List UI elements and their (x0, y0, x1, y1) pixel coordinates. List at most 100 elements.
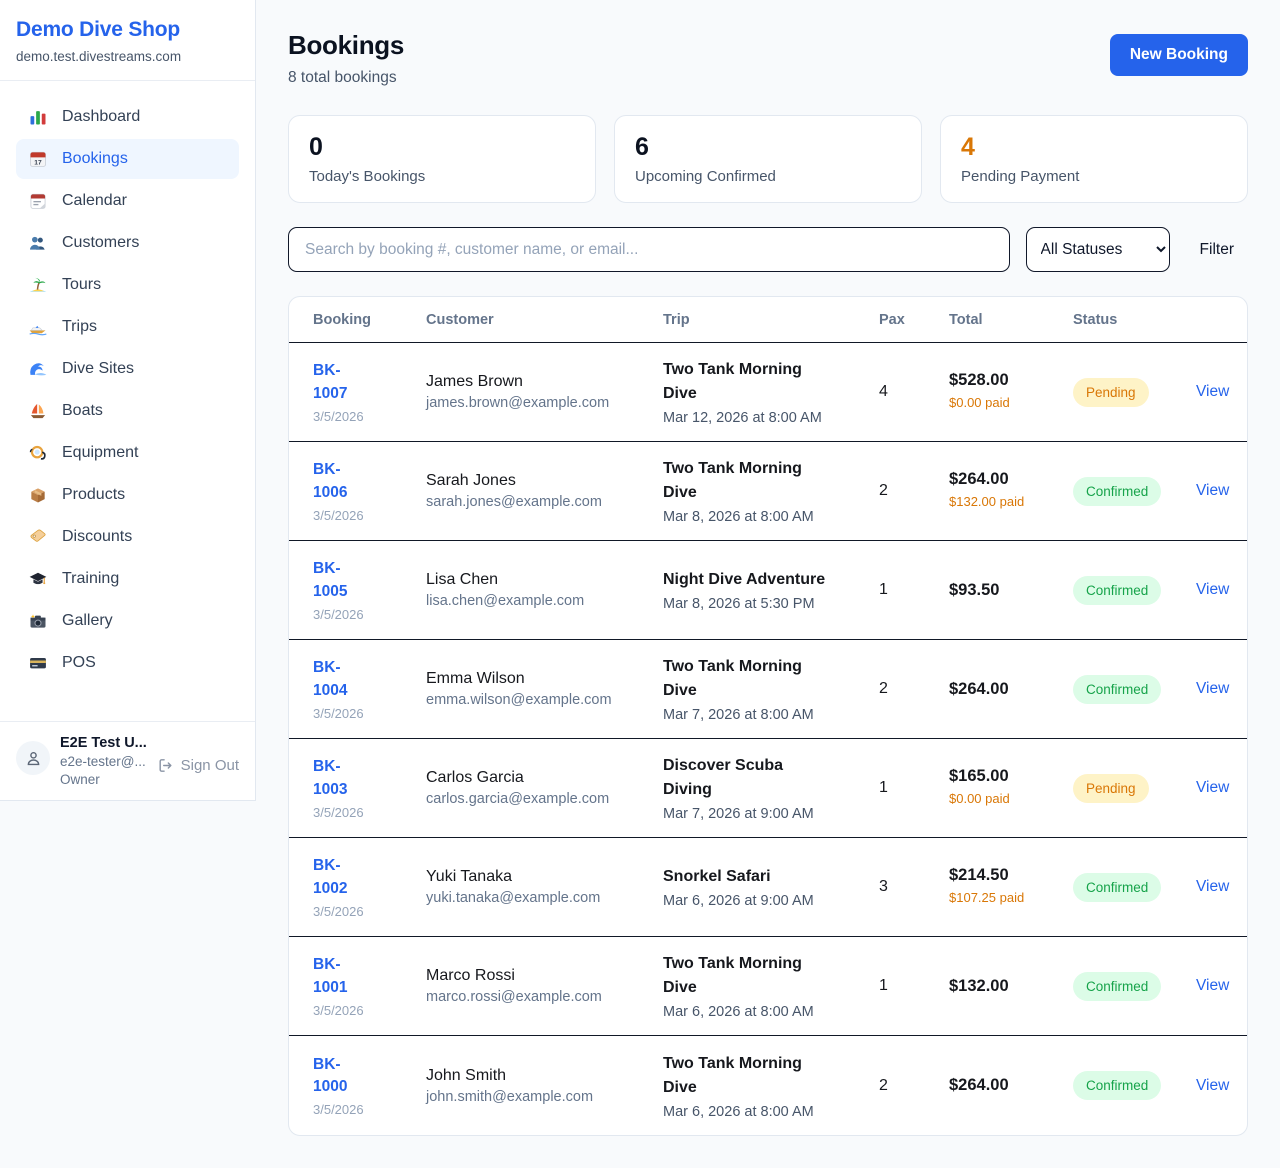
page-title-block: Bookings 8 total bookings (288, 30, 404, 87)
customer-name: Carlos Garcia (426, 769, 663, 787)
booking-id-link[interactable]: BK-1005 (313, 558, 371, 603)
new-booking-button[interactable]: New Booking (1110, 34, 1248, 76)
status-select[interactable]: All Statuses (1026, 227, 1170, 272)
booking-id-link[interactable]: BK-1001 (313, 954, 371, 999)
customer-cell: Carlos Garcia carlos.garcia@example.com (426, 769, 663, 807)
trip-name: Two Tank Morning Dive (663, 952, 835, 1000)
total-amount: $165.00 (949, 767, 1073, 786)
booking-id-link[interactable]: BK-1000 (313, 1054, 371, 1099)
status-badge: Confirmed (1073, 675, 1161, 704)
sailboat-icon (28, 401, 48, 421)
status-badge: Confirmed (1073, 1071, 1161, 1100)
page-title: Bookings (288, 30, 404, 61)
sidebar-item-equipment[interactable]: Equipment (16, 433, 239, 473)
graduation-cap-icon (28, 569, 48, 589)
table-row: BK-1003 3/5/2026 Carlos Garcia carlos.ga… (289, 739, 1247, 838)
sidebar-item-dashboard[interactable]: Dashboard (16, 97, 239, 137)
package-icon (28, 485, 48, 505)
stat-card-pending-payment: 4 Pending Payment (940, 115, 1248, 203)
table-body: BK-1007 3/5/2026 James Brown james.brown… (289, 343, 1247, 1135)
sidebar-item-label: Dive Sites (62, 360, 134, 378)
total-amount: $264.00 (949, 1076, 1073, 1095)
view-link[interactable]: View (1196, 1077, 1229, 1095)
booking-id-link[interactable]: BK-1002 (313, 855, 371, 900)
total-amount: $93.50 (949, 581, 1073, 600)
status-badge: Confirmed (1073, 477, 1161, 506)
trip-name: Two Tank Morning Dive (663, 358, 835, 406)
sidebar-item-boats[interactable]: Boats (16, 391, 239, 431)
customer-cell: John Smith john.smith@example.com (426, 1067, 663, 1105)
booking-date: 3/5/2026 (313, 409, 426, 424)
view-link[interactable]: View (1196, 581, 1229, 599)
view-link[interactable]: View (1196, 878, 1229, 896)
sidebar-item-bookings[interactable]: Bookings (16, 139, 239, 179)
trip-datetime: Mar 8, 2026 at 5:30 PM (663, 596, 879, 612)
filter-row: All Statuses Filter (288, 227, 1248, 272)
booking-id-link[interactable]: BK-1003 (313, 756, 371, 801)
sidebar-item-discounts[interactable]: Discounts (16, 517, 239, 557)
pax-cell: 3 (879, 878, 949, 896)
status-cell: Confirmed (1073, 873, 1196, 902)
column-header-status: Status (1073, 312, 1196, 328)
view-link[interactable]: View (1196, 482, 1229, 500)
sidebar-item-label: Tours (62, 276, 101, 294)
booking-cell: BK-1004 3/5/2026 (313, 657, 426, 721)
customer-email: james.brown@example.com (426, 395, 663, 411)
diving-mask-icon (28, 443, 48, 463)
customer-email: yuki.tanaka@example.com (426, 890, 663, 906)
bookings-table: Booking Customer Trip Pax Total Status B… (288, 296, 1248, 1136)
column-header-total: Total (949, 312, 1073, 328)
booking-date: 3/5/2026 (313, 805, 426, 820)
booking-id-link[interactable]: BK-1006 (313, 459, 371, 504)
sidebar-item-calendar[interactable]: Calendar (16, 181, 239, 221)
sidebar-item-label: Trips (62, 318, 97, 336)
total-cell: $165.00 $0.00 paid (949, 767, 1073, 808)
paid-amount: $107.25 paid (949, 889, 1031, 907)
page-header: Bookings 8 total bookings New Booking (288, 30, 1248, 87)
sidebar: Demo Dive Shop demo.test.divestreams.com… (0, 0, 256, 801)
stat-card-upcoming-confirmed: 6 Upcoming Confirmed (614, 115, 922, 203)
sidebar-item-trips[interactable]: Trips (16, 307, 239, 347)
sidebar-item-label: POS (62, 654, 96, 672)
sidebar-item-label: Dashboard (62, 108, 140, 126)
sidebar-item-products[interactable]: Products (16, 475, 239, 515)
trip-name: Two Tank Morning Dive (663, 1052, 835, 1100)
search-input[interactable] (288, 227, 1010, 272)
status-badge: Confirmed (1073, 576, 1161, 605)
status-cell: Confirmed (1073, 576, 1196, 605)
sidebar-item-label: Discounts (62, 528, 132, 546)
trip-cell: Two Tank Morning Dive Mar 12, 2026 at 8:… (663, 358, 879, 426)
sidebar-item-dive-sites[interactable]: Dive Sites (16, 349, 239, 389)
sidebar-item-gallery[interactable]: Gallery (16, 601, 239, 641)
trip-name: Discover Scuba Diving (663, 754, 835, 802)
speedboat-icon (28, 317, 48, 337)
paid-amount: $132.00 paid (949, 493, 1031, 511)
booking-id-link[interactable]: BK-1004 (313, 657, 371, 702)
booking-date: 3/5/2026 (313, 607, 426, 622)
status-badge: Confirmed (1073, 873, 1161, 902)
sidebar-item-tours[interactable]: Tours (16, 265, 239, 305)
status-cell: Confirmed (1073, 675, 1196, 704)
total-cell: $528.00 $0.00 paid (949, 371, 1073, 412)
sidebar-item-label: Training (62, 570, 119, 588)
view-link[interactable]: View (1196, 977, 1229, 995)
view-link[interactable]: View (1196, 383, 1229, 401)
island-icon (28, 275, 48, 295)
view-link[interactable]: View (1196, 779, 1229, 797)
filter-button[interactable]: Filter (1186, 241, 1248, 259)
trip-cell: Two Tank Morning Dive Mar 8, 2026 at 8:0… (663, 457, 879, 525)
total-cell: $93.50 (949, 581, 1073, 600)
brand-name: Demo Dive Shop (16, 18, 239, 42)
column-header-trip: Trip (663, 312, 879, 328)
booking-id-link[interactable]: BK-1007 (313, 360, 371, 405)
sidebar-item-pos[interactable]: POS (16, 643, 239, 683)
sidebar-item-training[interactable]: Training (16, 559, 239, 599)
view-link[interactable]: View (1196, 680, 1229, 698)
trip-datetime: Mar 7, 2026 at 9:00 AM (663, 806, 879, 822)
trip-cell: Two Tank Morning Dive Mar 6, 2026 at 8:0… (663, 952, 879, 1020)
sign-out-button[interactable]: Sign Out (157, 757, 239, 774)
sidebar-item-customers[interactable]: Customers (16, 223, 239, 263)
customer-cell: Marco Rossi marco.rossi@example.com (426, 967, 663, 1005)
column-header-booking: Booking (313, 312, 426, 328)
trip-datetime: Mar 6, 2026 at 9:00 AM (663, 893, 879, 909)
